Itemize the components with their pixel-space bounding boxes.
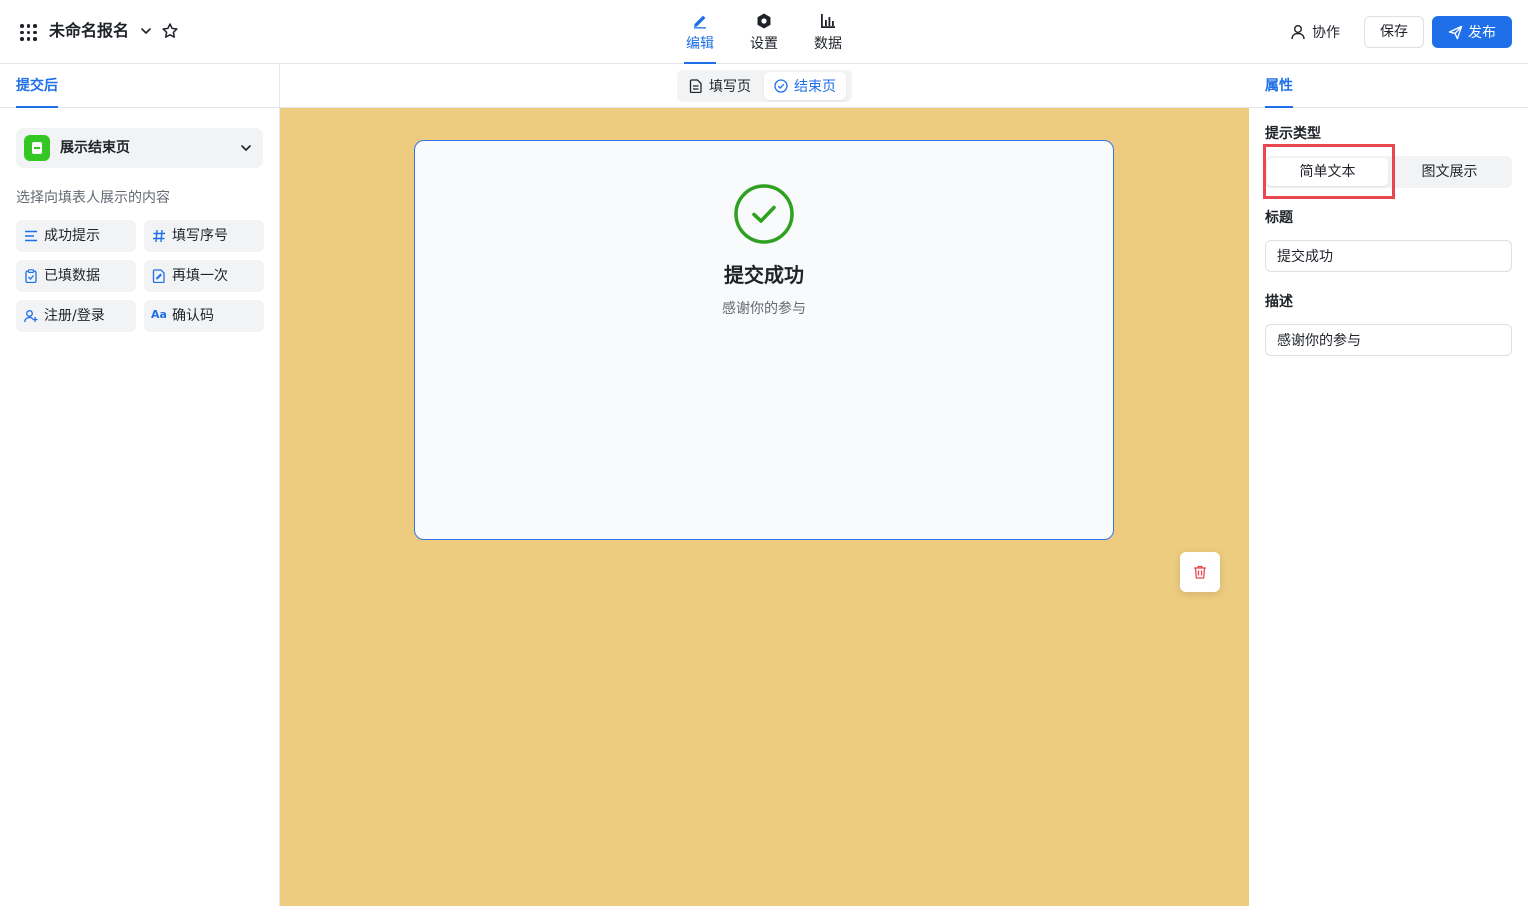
title-label: 标题 xyxy=(1265,210,1293,226)
component-confirm-code[interactable]: Aa 确认码 xyxy=(144,300,264,332)
lines-icon xyxy=(25,230,37,242)
component-success-tip[interactable]: 成功提示 xyxy=(16,220,136,252)
component-label: 填写序号 xyxy=(172,228,228,244)
top-bar: 未命名报名 编辑 设置 数据 协作 保存 发布 xyxy=(0,0,1528,64)
tab-properties[interactable]: 属性 xyxy=(1265,64,1293,108)
tab-fill-page[interactable]: 填写页 xyxy=(679,72,761,100)
end-page-badge-icon xyxy=(24,135,50,161)
collab-label: 协作 xyxy=(1312,25,1340,41)
component-label: 确认码 xyxy=(172,308,214,324)
success-description: 感谢你的参与 xyxy=(722,301,806,317)
success-title: 提交成功 xyxy=(724,263,804,287)
send-icon xyxy=(1448,25,1463,39)
collab-button[interactable]: 协作 xyxy=(1290,20,1340,44)
right-panel: 属性 提示类型 简单文本 图文展示 标题 描述 xyxy=(1249,64,1528,906)
tab-settings[interactable]: 设置 xyxy=(742,8,786,64)
canvas-area: 提交成功 感谢你的参与 xyxy=(280,108,1249,906)
tab-edit[interactable]: 编辑 xyxy=(678,8,722,64)
delete-button[interactable] xyxy=(1180,552,1220,592)
form-title[interactable]: 未命名报名 xyxy=(49,20,129,42)
tab-end-page-label: 结束页 xyxy=(794,79,836,95)
publish-label: 发布 xyxy=(1468,25,1496,41)
component-label: 已填数据 xyxy=(44,268,100,284)
component-label: 成功提示 xyxy=(44,228,100,244)
bar-chart-icon xyxy=(821,14,835,28)
hint-type-rich-media[interactable]: 图文展示 xyxy=(1389,158,1510,186)
canvas-tabbar: 填写页 结束页 xyxy=(280,64,1249,108)
left-panel: 提交后 展示结束页 选择向填表人展示的内容 成功提示 填写序号 已填数据 再填一… xyxy=(0,64,280,906)
check-circle-icon xyxy=(774,79,788,93)
description-input[interactable] xyxy=(1265,324,1512,356)
tab-end-page[interactable]: 结束页 xyxy=(764,72,846,100)
hash-icon xyxy=(153,229,165,243)
chevron-down-icon[interactable] xyxy=(139,24,153,38)
pencil-icon xyxy=(694,15,706,29)
page-switcher: 填写页 结束页 xyxy=(677,70,852,102)
tab-fill-page-label: 填写页 xyxy=(709,79,751,95)
right-panel-tabbar: 属性 xyxy=(1249,64,1528,108)
trash-icon xyxy=(1194,565,1206,579)
save-button[interactable]: 保存 xyxy=(1364,16,1424,48)
description-label: 描述 xyxy=(1265,294,1293,310)
title-input[interactable] xyxy=(1265,240,1512,272)
component-filled-data[interactable]: 已填数据 xyxy=(16,260,136,292)
hint-type-switcher: 简单文本 图文展示 xyxy=(1265,156,1512,188)
star-icon[interactable] xyxy=(161,22,179,40)
tab-data-label: 数据 xyxy=(814,36,842,52)
component-fill-again[interactable]: 再填一次 xyxy=(144,260,264,292)
tab-data[interactable]: 数据 xyxy=(806,8,850,64)
edit-doc-icon xyxy=(152,269,165,283)
tab-edit-label: 编辑 xyxy=(686,36,714,52)
user-icon xyxy=(1291,25,1305,40)
end-page-select[interactable]: 展示结束页 xyxy=(16,128,263,168)
component-fill-number[interactable]: 填写序号 xyxy=(144,220,264,252)
publish-button[interactable]: 发布 xyxy=(1432,16,1512,48)
clipboard-icon xyxy=(25,269,37,283)
chevron-down-icon xyxy=(241,145,251,151)
font-aa-icon: Aa xyxy=(151,308,167,321)
hint-type-simple-text[interactable]: 简单文本 xyxy=(1267,158,1388,186)
left-panel-tabbar: 提交后 xyxy=(0,64,279,108)
apps-grid-icon[interactable] xyxy=(20,24,37,41)
section-hint: 选择向填表人展示的内容 xyxy=(16,190,170,206)
component-register-login[interactable]: 注册/登录 xyxy=(16,300,136,332)
gear-icon xyxy=(757,13,771,29)
document-icon xyxy=(689,79,702,93)
component-label: 注册/登录 xyxy=(44,308,105,324)
end-page-select-label: 展示结束页 xyxy=(60,140,130,156)
success-check-icon xyxy=(734,184,794,244)
user-add-icon xyxy=(24,310,38,323)
end-page-card[interactable]: 提交成功 感谢你的参与 xyxy=(414,140,1220,592)
tab-after-submit[interactable]: 提交后 xyxy=(16,64,58,108)
tab-settings-label: 设置 xyxy=(750,36,778,52)
hint-type-label: 提示类型 xyxy=(1265,126,1321,142)
component-label: 再填一次 xyxy=(172,268,228,284)
